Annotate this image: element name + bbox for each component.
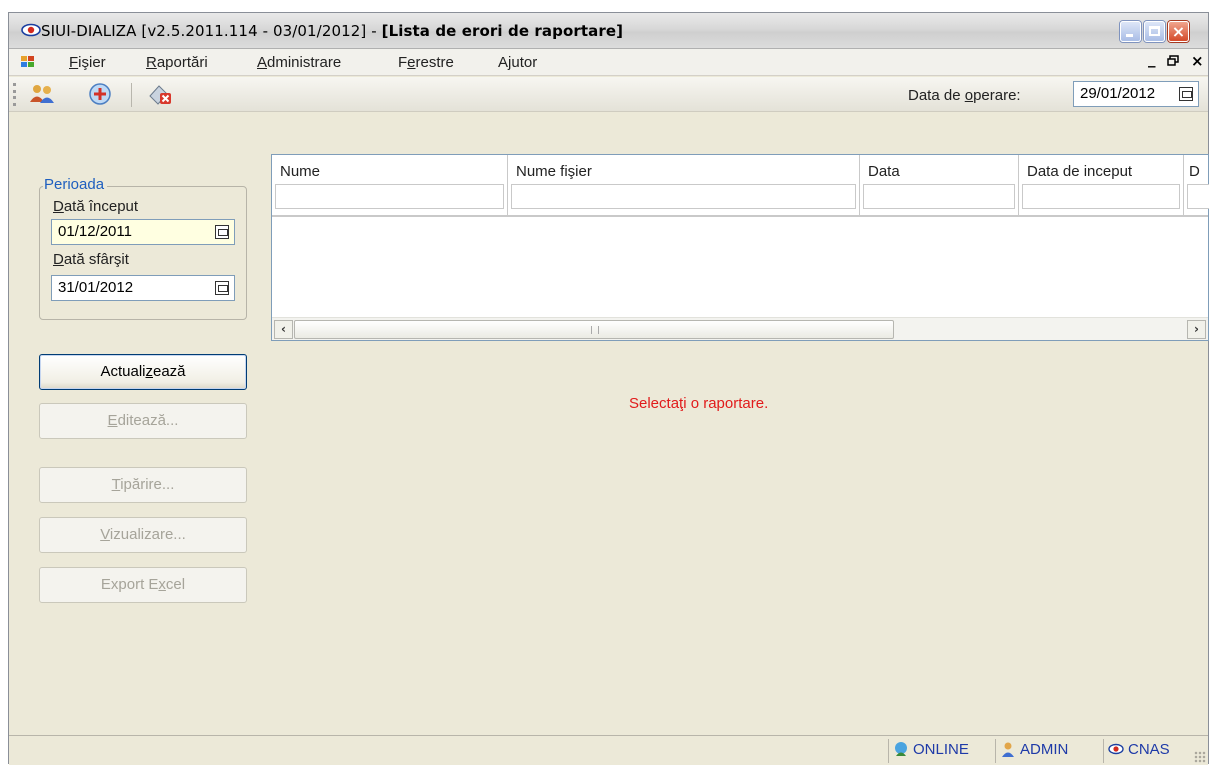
end-date-field[interactable]: 31/01/2012 xyxy=(51,275,235,301)
mdi-child-window-icon[interactable] xyxy=(21,56,35,68)
globe-user-icon xyxy=(895,742,907,756)
filter-data-de-inceput[interactable] xyxy=(1022,184,1180,209)
maximize-button[interactable] xyxy=(1144,21,1165,42)
operating-date-label: Data de operare: xyxy=(908,87,1021,104)
close-button[interactable]: × xyxy=(1168,21,1189,42)
period-title: Perioada xyxy=(43,176,108,193)
status-org: CNAS xyxy=(1103,739,1170,763)
filter-truncated[interactable] xyxy=(1187,184,1209,209)
dialysis-session-icon[interactable] xyxy=(87,82,113,106)
window-title: SIUI-DIALIZA [v2.5.2011.114 - 03/01/2012… xyxy=(41,22,624,40)
menu-ferestre[interactable]: Ferestre xyxy=(398,54,454,71)
filter-nume-fisier[interactable] xyxy=(511,184,856,209)
export-excel-button[interactable]: Export Excel xyxy=(39,567,247,603)
filter-data[interactable] xyxy=(863,184,1015,209)
start-calendar-icon[interactable] xyxy=(215,225,229,239)
scrollbar-grip xyxy=(591,326,599,334)
end-date-value: 31/01/2012 xyxy=(58,279,134,296)
end-calendar-icon[interactable] xyxy=(215,281,229,295)
column-header-data[interactable]: Data xyxy=(860,155,1019,215)
status-online: ONLINE xyxy=(888,739,969,763)
menu-administrare[interactable]: Administrare xyxy=(257,54,341,71)
mdi-minimize-button[interactable]: _ xyxy=(1148,50,1156,68)
grid-header: Nume Nume fişier Data Data de inceput D xyxy=(272,155,1209,217)
toolbar-separator xyxy=(131,83,132,107)
minimize-icon xyxy=(1126,34,1133,37)
start-date-field[interactable]: 01/12/2011 xyxy=(51,219,235,245)
end-date-label: Dată sfârşit xyxy=(53,251,129,268)
toolbar: Data de operare: 29/01/2012 xyxy=(9,77,1208,112)
column-header-truncated[interactable]: D xyxy=(1184,155,1209,215)
eye-logo-icon xyxy=(21,23,41,37)
operating-date-field[interactable]: 29/01/2012 xyxy=(1073,81,1199,107)
status-user: ADMIN xyxy=(995,739,1068,763)
column-header-data-de-inceput[interactable]: Data de inceput xyxy=(1019,155,1184,215)
minimize-button[interactable] xyxy=(1120,21,1141,42)
edit-button[interactable]: Editează... xyxy=(39,403,247,439)
status-message: Selectaţi o raportare. xyxy=(629,395,769,412)
user-icon xyxy=(1002,742,1014,757)
print-button[interactable]: Tipărire... xyxy=(39,467,247,503)
filter-nume[interactable] xyxy=(275,184,504,209)
delete-report-icon[interactable] xyxy=(147,82,173,106)
scrollbar-thumb[interactable] xyxy=(294,320,894,339)
calendar-icon[interactable] xyxy=(1179,87,1193,101)
mdi-restore-button[interactable] xyxy=(1167,52,1179,71)
title-bar[interactable]: SIUI-DIALIZA [v2.5.2011.114 - 03/01/2012… xyxy=(9,13,1208,49)
view-button[interactable]: Vizualizare... xyxy=(39,517,247,553)
menu-bar: Fişier Raportări Administrare Ferestre A… xyxy=(9,49,1208,76)
operating-date-value: 29/01/2012 xyxy=(1080,85,1156,102)
patients-icon[interactable] xyxy=(29,82,55,106)
scroll-left-icon[interactable]: ‹ xyxy=(274,320,293,339)
maximize-icon xyxy=(1149,26,1160,36)
scroll-right-icon[interactable]: › xyxy=(1187,320,1206,339)
start-date-value: 01/12/2011 xyxy=(58,223,132,240)
menu-ajutor[interactable]: Ajutor xyxy=(498,54,537,71)
application-window: SIUI-DIALIZA [v2.5.2011.114 - 03/01/2012… xyxy=(8,12,1209,765)
menu-fisier[interactable]: Fişier xyxy=(69,54,106,71)
start-date-label: Dată început xyxy=(53,198,139,215)
column-header-nume-fisier[interactable]: Nume fişier xyxy=(508,155,860,215)
resize-grip-icon[interactable] xyxy=(1194,751,1206,763)
close-icon: × xyxy=(1171,22,1186,41)
menu-raportari[interactable]: Raportări xyxy=(146,54,208,71)
report-list-grid[interactable]: Nume Nume fişier Data Data de inceput D … xyxy=(271,154,1209,341)
refresh-button[interactable]: Actualizează xyxy=(39,354,247,390)
restore-icon xyxy=(1167,55,1179,66)
toolbar-grip[interactable] xyxy=(13,83,16,106)
eye-logo-icon xyxy=(1108,743,1124,755)
column-header-nume[interactable]: Nume xyxy=(272,155,508,215)
mdi-close-button[interactable]: × xyxy=(1191,52,1204,70)
horizontal-scrollbar[interactable]: ‹ › xyxy=(272,317,1208,340)
status-bar: ONLINE ADMIN CNAS xyxy=(9,735,1208,765)
